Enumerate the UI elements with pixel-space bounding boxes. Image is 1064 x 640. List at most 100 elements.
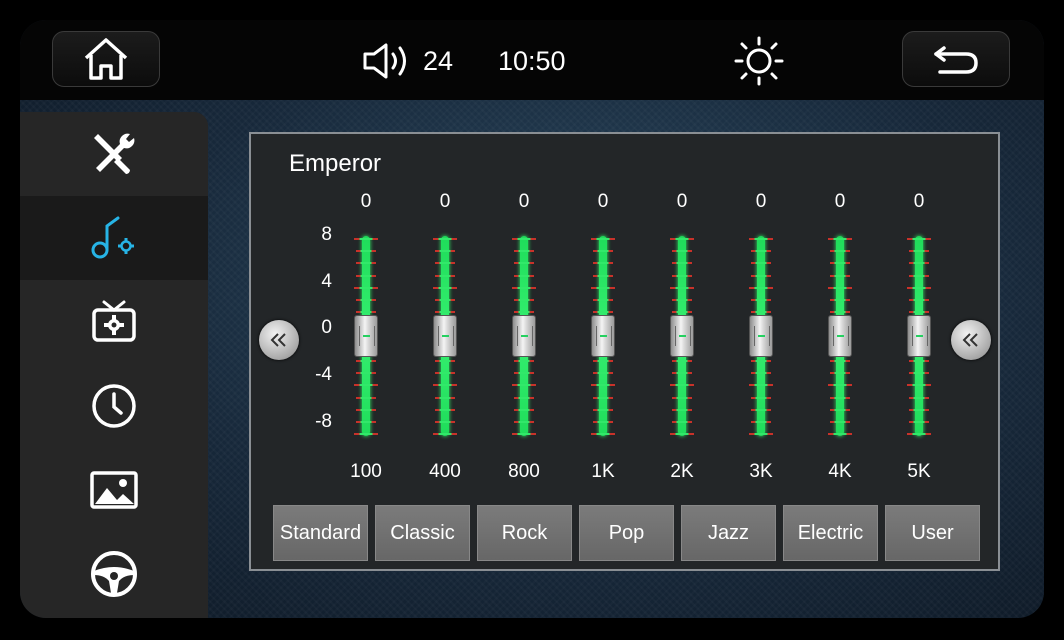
scroll-left-button[interactable] [259,320,299,360]
top-bar: 24 10:50 [20,20,1044,100]
scale-tick [593,299,613,301]
band-frequency: 3K [749,461,773,482]
scale-tick [591,238,615,240]
preset-button-standard[interactable]: Standard [273,505,368,561]
scale-tick [356,274,376,277]
band-value: 0 [834,191,846,212]
scale-tick [751,408,771,411]
scale-tick [593,372,613,375]
scale-tick [749,433,773,436]
scale-tick [356,360,376,362]
band-slider-knob[interactable] [591,315,615,357]
scale-tick [591,433,615,436]
eq-band: 0 5K [891,134,947,494]
scale-tick [749,384,773,387]
scale-tick [514,360,534,362]
scale-tick [830,372,850,375]
scale-tick [828,433,852,436]
scale-tick [356,421,376,423]
band-frequency: 100 [350,461,382,482]
volume-level: 24 [423,46,454,76]
sidebar-item-steering[interactable] [20,532,208,616]
scale-tick [433,286,457,289]
scale-tick [909,299,929,301]
scale-tick [907,384,931,387]
knob-indicator [837,335,844,337]
sidebar-item-audio-settings[interactable] [20,196,208,280]
band-slider-knob[interactable] [354,315,378,357]
scale-tick [909,250,929,253]
band-value: 0 [518,191,530,212]
scale-label: -4 [315,364,332,385]
brightness-icon[interactable] [732,34,786,88]
equalizer-panel: Emperor 8 4 0 -4 -8 0 100 0 400 0 800 0 1K 0 2K 0 3… [249,132,1000,571]
band-frequency: 1K [591,461,615,482]
preset-button-pop[interactable]: Pop [579,505,674,561]
band-slider-knob[interactable] [828,315,852,357]
preset-button-rock[interactable]: Rock [477,505,572,561]
preset-button-jazz[interactable]: Jazz [681,505,776,561]
home-button[interactable] [52,31,160,87]
scale-tick [435,360,455,362]
scale-tick [356,408,376,411]
scale-tick [514,262,534,265]
scale-tick [593,262,613,265]
double-chevron-left-icon [270,333,286,347]
knob-indicator [916,335,923,337]
scale-tick [907,286,931,289]
sidebar-item-display[interactable] [20,280,208,364]
sidebar-item-gallery[interactable] [20,448,208,532]
band-slider-knob[interactable] [907,315,931,357]
sidebar-item-tools[interactable] [20,112,208,196]
scroll-right-button[interactable] [951,320,991,360]
back-button[interactable] [902,31,1010,87]
knob-indicator [758,335,765,337]
band-value: 0 [439,191,451,212]
scale-tick [591,286,615,289]
scale-tick [672,311,692,314]
preset-button-electric[interactable]: Electric [783,505,878,561]
band-slider-knob[interactable] [749,315,773,357]
scale-tick [830,274,850,277]
scale-tick [354,384,378,387]
scale-tick [435,299,455,301]
band-slider-knob[interactable] [670,315,694,357]
scale-tick [672,408,692,411]
scale-tick [354,238,378,240]
scale-tick [672,250,692,253]
band-value: 0 [913,191,925,212]
scale-tick [830,396,850,399]
scale-tick [751,299,771,301]
scale-tick [435,421,455,423]
scale-tick [830,360,850,362]
scale-tick [751,250,771,253]
preset-button-classic[interactable]: Classic [375,505,470,561]
scale-tick [672,372,692,375]
scale-tick [670,286,694,289]
preset-button-user[interactable]: User [885,505,980,561]
scale-tick [514,372,534,375]
scale-tick [672,299,692,301]
band-frequency: 800 [508,461,540,482]
clock-icon [92,384,136,428]
scale-tick [435,274,455,277]
band-value: 0 [676,191,688,212]
scale-tick [830,262,850,265]
band-slider-knob[interactable] [433,315,457,357]
scale-tick [514,250,534,253]
eq-band: 0 2K [654,134,710,494]
scale-tick [591,384,615,387]
band-value: 0 [755,191,767,212]
scale-tick [593,421,613,423]
band-frequency: 4K [828,461,852,482]
sidebar-item-clock[interactable] [20,364,208,448]
scale-tick [751,360,771,362]
band-slider-knob[interactable] [512,315,536,357]
scale-tick [356,262,376,265]
knob-indicator [521,335,528,337]
scale-tick [514,421,534,423]
scale-tick [512,384,536,387]
scale-label: 8 [321,224,332,245]
scale-tick [830,299,850,301]
scale-tick [751,262,771,265]
